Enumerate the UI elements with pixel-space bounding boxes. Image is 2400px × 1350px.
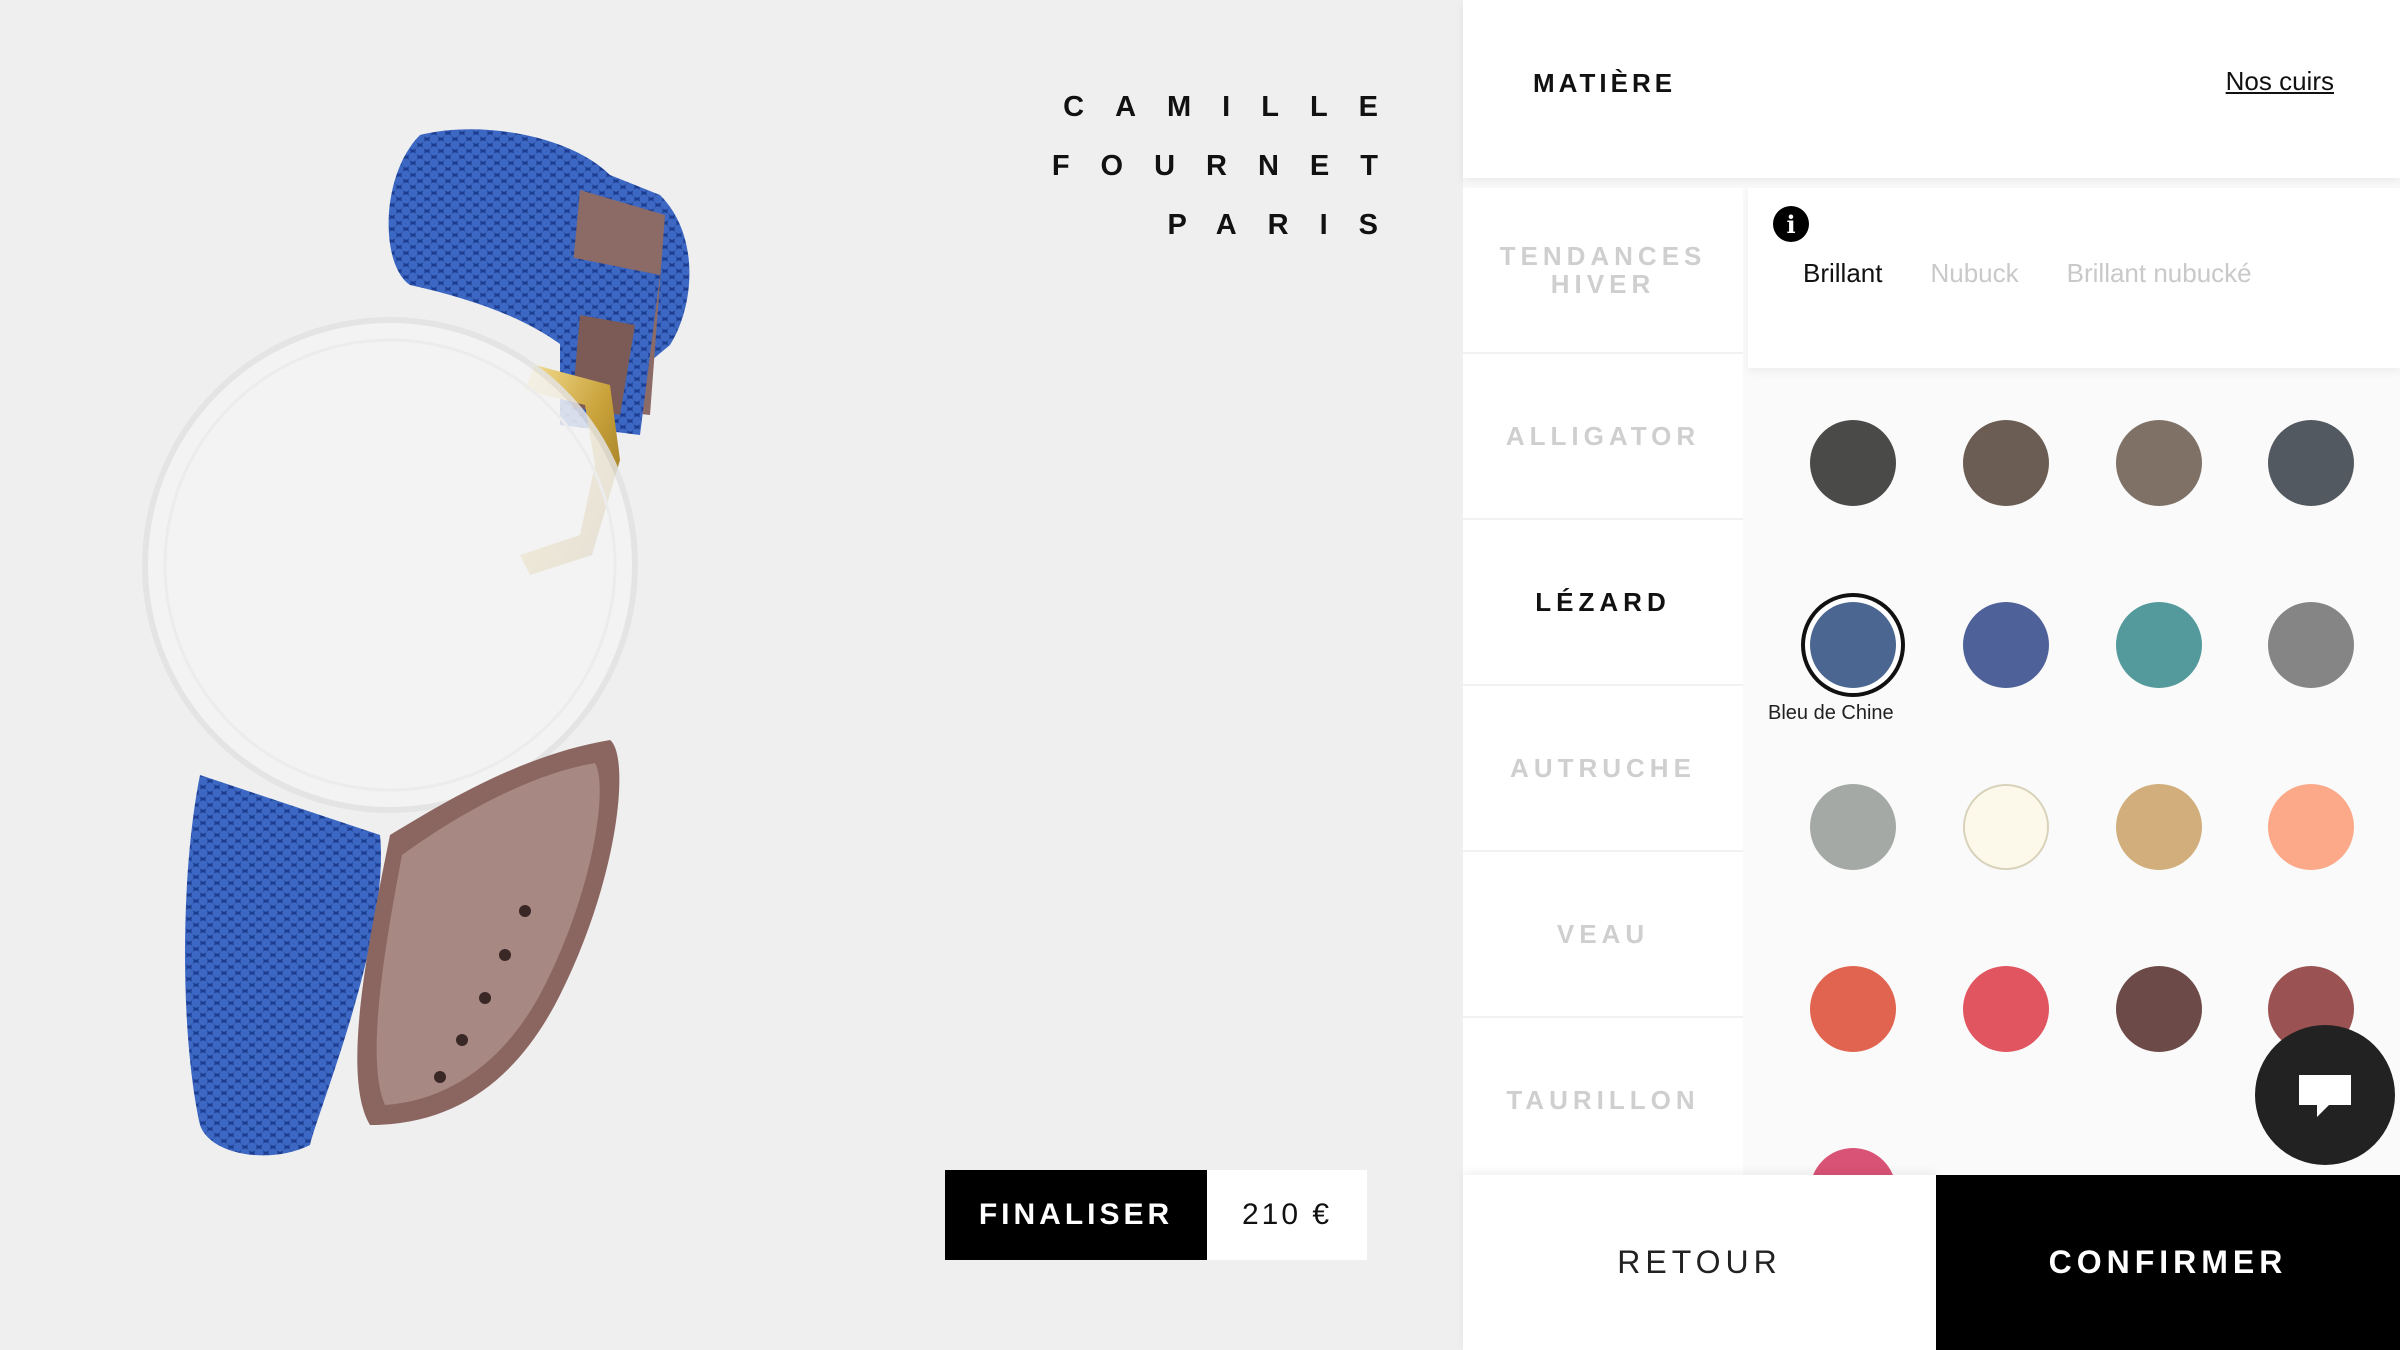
category-item[interactable]: LÉZARD — [1463, 520, 1743, 686]
panel-header: MATIÈRE Nos cuirs — [1463, 0, 2400, 178]
chat-bubble-icon — [2299, 1075, 2351, 1117]
selected-color-name: Bleu de Chine — [1768, 702, 1894, 724]
back-button[interactable]: RETOUR — [1463, 1175, 1936, 1350]
color-swatch[interactable] — [2268, 420, 2354, 506]
finish-tab[interactable]: Brillant — [1803, 258, 1882, 289]
finish-tab[interactable]: Nubuck — [1930, 258, 2018, 289]
category-item[interactable]: TAURILLON — [1463, 1018, 1743, 1184]
our-leathers-link[interactable]: Nos cuirs — [2226, 66, 2334, 97]
product-stage: CAMILLE FOURNET PARIS FINALISER 210 € — [0, 0, 1463, 1350]
category-item[interactable]: ALLIGATOR — [1463, 354, 1743, 520]
color-swatch[interactable] — [1963, 784, 2049, 870]
panel-title: MATIÈRE — [1533, 68, 1677, 98]
color-swatch[interactable] — [2116, 784, 2202, 870]
chat-button[interactable] — [2255, 1025, 2395, 1165]
color-swatch[interactable] — [1810, 420, 1896, 506]
color-swatch[interactable] — [2116, 966, 2202, 1052]
watch-strap-preview — [142, 129, 690, 1156]
finalize-bar: FINALISER 210 € — [945, 1170, 1367, 1260]
category-item[interactable]: VEAU — [1463, 852, 1743, 1018]
color-swatch[interactable] — [1810, 1148, 1896, 1175]
confirm-button[interactable]: CONFIRMER — [1936, 1175, 2400, 1350]
color-swatch[interactable] — [2116, 602, 2202, 688]
info-icon[interactable]: i — [1773, 206, 1809, 242]
category-item[interactable]: AUTRUCHE — [1463, 686, 1743, 852]
brand-line-3: PARIS — [1167, 209, 1409, 241]
brand-logo: CAMILLE FOURNET PARIS — [1052, 78, 1378, 255]
material-category-list: TENDANCES HIVER ALLIGATOR LÉZARD AUTRUCHE VE… — [1463, 188, 1743, 1184]
color-swatch[interactable] — [1810, 602, 1896, 688]
color-swatch[interactable] — [1810, 784, 1896, 870]
color-swatch[interactable] — [1810, 966, 1896, 1052]
brand-line-1: CAMILLE — [1063, 91, 1409, 123]
options-panel: MATIÈRE Nos cuirs TENDANCES HIVER ALLIGAT… — [1463, 0, 2400, 1350]
panel-footer: RETOUR CONFIRMER — [1463, 1175, 2400, 1350]
color-swatch[interactable] — [1963, 420, 2049, 506]
brand-line-2: FOURNET — [1051, 150, 1409, 182]
color-swatch[interactable] — [2268, 602, 2354, 688]
finish-tabs: Brillant Nubuck Brillant nubucké — [1803, 258, 2252, 289]
finish-selector: i Brillant Nubuck Brillant nubucké — [1748, 188, 2400, 368]
finalize-button[interactable]: FINALISER — [945, 1170, 1207, 1260]
finish-tab[interactable]: Brillant nubucké — [2067, 258, 2252, 289]
price-display: 210 € — [1207, 1170, 1367, 1260]
category-item[interactable]: TENDANCES HIVER — [1463, 188, 1743, 354]
color-swatch[interactable] — [2268, 784, 2354, 870]
color-swatch[interactable] — [1963, 966, 2049, 1052]
color-swatch[interactable] — [1963, 602, 2049, 688]
color-swatch[interactable] — [2116, 420, 2202, 506]
